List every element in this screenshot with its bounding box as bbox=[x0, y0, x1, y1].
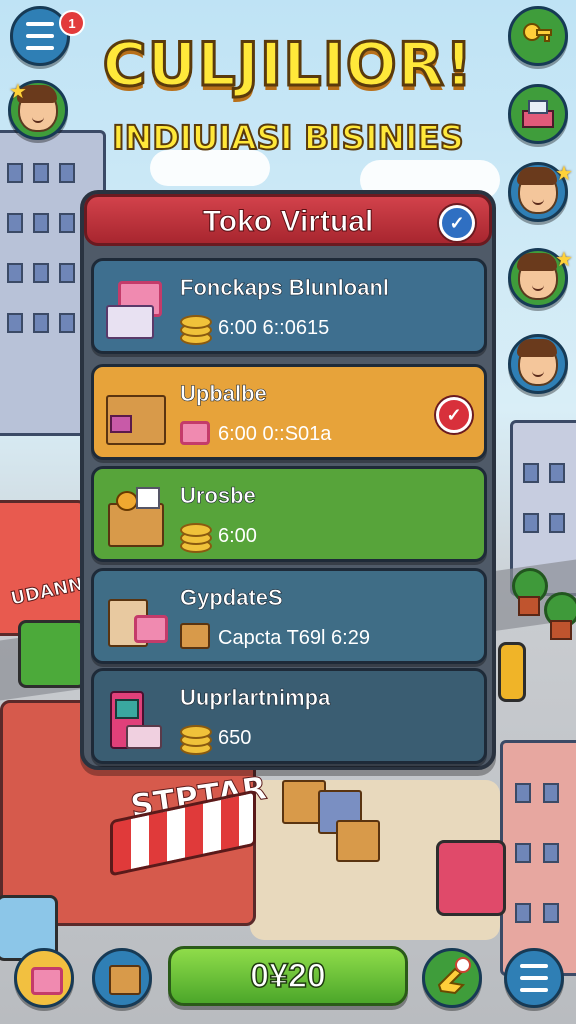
box-icon bbox=[109, 965, 141, 995]
item-value: 6:00 0::S01a bbox=[218, 423, 332, 445]
box-icon bbox=[104, 381, 166, 447]
inventory-button[interactable] bbox=[92, 948, 152, 1008]
box-icon bbox=[180, 619, 210, 653]
avatar-icon bbox=[517, 339, 558, 386]
shop-item-card[interactable]: Fonckaps Blunloanl 6:00 6::0615 bbox=[91, 258, 487, 354]
building-pink bbox=[500, 740, 576, 976]
item-name: Uuprlartnimpa bbox=[180, 685, 331, 711]
selected-checkmark-icon[interactable]: ✓ bbox=[436, 397, 472, 433]
shopping-cart-icon bbox=[180, 415, 210, 449]
shopping-cart-icon bbox=[31, 967, 63, 995]
game-subtitle: INDIUIASI BISINIES bbox=[111, 117, 464, 158]
friend-avatar-2[interactable]: ★ bbox=[508, 248, 573, 308]
item-name: Fonckaps Blunloanl bbox=[180, 275, 390, 301]
star-icon: ★ bbox=[555, 249, 573, 271]
item-value: Capcta T69l 6:29 bbox=[218, 627, 370, 649]
item-value: 650 bbox=[218, 727, 252, 749]
market-stall-icon bbox=[104, 585, 168, 651]
player-avatar[interactable]: ★ bbox=[8, 80, 68, 140]
menu-button[interactable]: 1 bbox=[10, 6, 85, 66]
key-icon bbox=[523, 23, 552, 42]
coin-icon bbox=[180, 519, 212, 553]
arcade-machine-icon bbox=[104, 685, 166, 751]
shop-item-card[interactable]: Urosbe 6:00 bbox=[91, 466, 487, 562]
truck-right bbox=[436, 840, 506, 916]
coin-icon bbox=[180, 721, 212, 755]
star-icon: ★ bbox=[555, 163, 573, 185]
key-button[interactable] bbox=[508, 6, 568, 66]
hand-button[interactable] bbox=[422, 948, 482, 1008]
item-name: GypdatеS bbox=[180, 585, 283, 611]
panel-title: Toko Virtual bbox=[202, 205, 374, 239]
friend-avatar-1[interactable]: ★ bbox=[508, 162, 573, 222]
coin-icon bbox=[180, 311, 212, 345]
shop-left bbox=[0, 500, 86, 636]
main-menu-button[interactable] bbox=[504, 948, 564, 1008]
panel-header: Toko Virtual ✓ bbox=[84, 194, 492, 246]
shop-item-card[interactable]: Upbalbe 6:00 0::S01a ✓ bbox=[91, 364, 487, 460]
taxi bbox=[498, 642, 526, 702]
header-checkmark-icon[interactable]: ✓ bbox=[439, 205, 475, 241]
truck-left bbox=[18, 620, 86, 688]
shop-item-card[interactable]: GypdatеS Capcta T69l 6:29 bbox=[91, 568, 487, 664]
hamburger-icon bbox=[26, 22, 54, 26]
currency-counter[interactable]: 0¥20 bbox=[168, 946, 408, 1006]
warehouse-icon bbox=[522, 100, 554, 128]
star-icon: ★ bbox=[9, 81, 27, 103]
package-icon bbox=[104, 483, 166, 549]
shopping-cart-icon bbox=[104, 275, 166, 341]
cart-button[interactable] bbox=[14, 948, 74, 1008]
pointing-hand-icon bbox=[437, 957, 471, 995]
item-value: 6:00 6::0615 bbox=[218, 317, 330, 339]
avatar-icon bbox=[517, 253, 558, 300]
avatar-icon bbox=[517, 167, 558, 214]
game-title: CULJILIOR! bbox=[101, 29, 474, 102]
shop-item-card[interactable]: Uuprlartnimpa 650 bbox=[91, 668, 487, 764]
friend-avatar-3[interactable] bbox=[508, 334, 568, 394]
item-name: Urosbe bbox=[180, 483, 256, 509]
item-value: 6:00 bbox=[218, 525, 257, 547]
hamburger-icon bbox=[520, 964, 548, 968]
notification-badge: 1 bbox=[59, 10, 85, 36]
warehouse-button[interactable] bbox=[508, 84, 568, 144]
item-name: Upbalbe bbox=[180, 381, 267, 407]
